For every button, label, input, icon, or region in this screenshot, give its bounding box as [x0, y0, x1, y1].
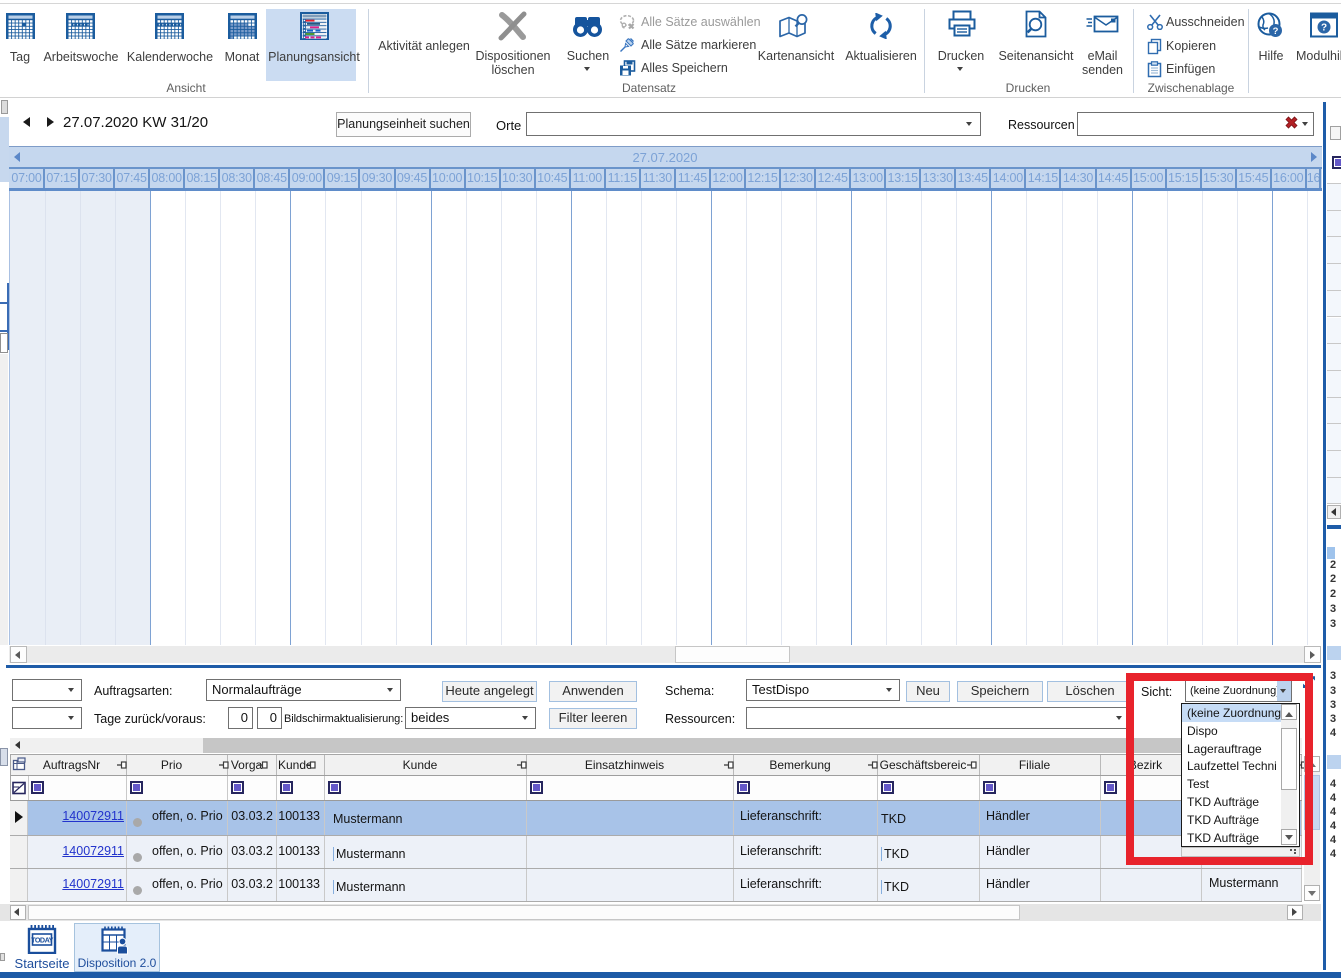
svg-text:TODAY: TODAY: [31, 936, 54, 945]
svg-text:?: ?: [1321, 23, 1327, 34]
svg-text:?: ?: [1273, 26, 1279, 37]
